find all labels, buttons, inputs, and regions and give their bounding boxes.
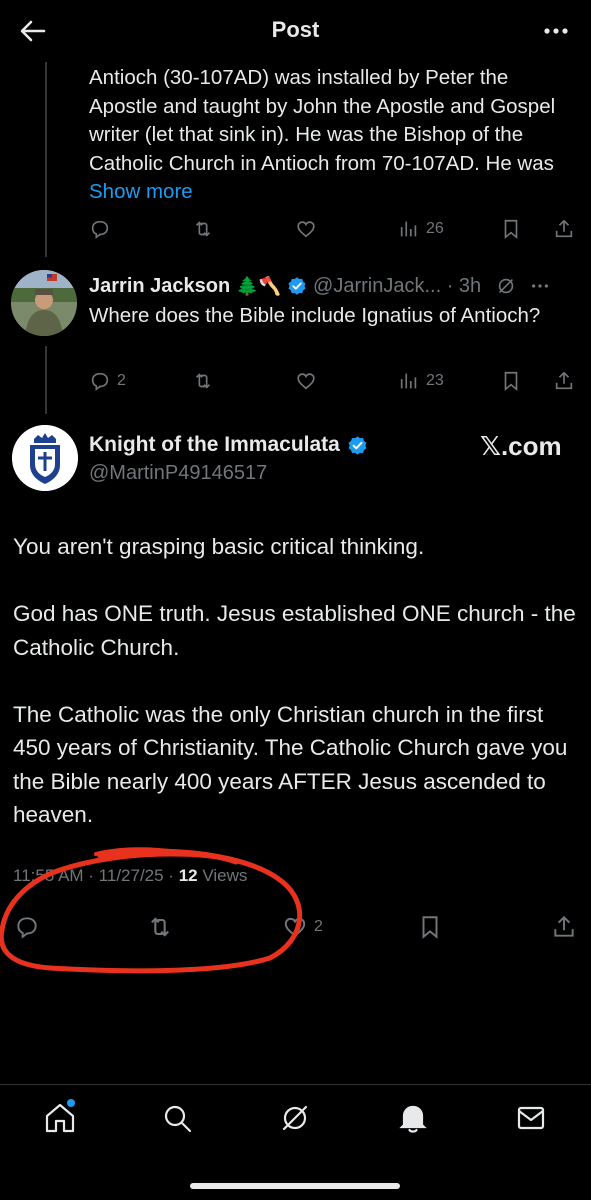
reply-icon: [91, 372, 109, 391]
search-icon: [164, 1105, 192, 1133]
repost-button[interactable]: [192, 214, 214, 244]
timestamp: 11:55 AM · 11/27/25 ·: [13, 866, 179, 885]
watermark: 𝕏.com: [480, 431, 562, 461]
like-icon: [297, 373, 315, 390]
avatar[interactable]: [11, 270, 77, 336]
nav-messages[interactable]: [514, 1101, 548, 1135]
share-button[interactable]: [553, 366, 575, 396]
nav-search[interactable]: [160, 1101, 194, 1135]
reply-icon: [91, 220, 109, 239]
name-emojis: 🌲🪓: [236, 275, 282, 296]
paragraph: God has ONE truth. Jesus established ONE…: [13, 601, 576, 660]
verified-icon: [348, 435, 367, 455]
views-button[interactable]: 26: [398, 214, 444, 244]
like-button[interactable]: [295, 214, 317, 244]
reply-icon: [17, 917, 37, 939]
share-icon: [555, 219, 573, 238]
more-icon[interactable]: [541, 16, 571, 46]
avatar[interactable]: [12, 425, 78, 491]
bookmark-button[interactable]: [500, 366, 522, 396]
views-count: 23: [426, 372, 444, 389]
tweet-actions: 26: [0, 214, 591, 244]
bookmark-icon: [422, 916, 438, 939]
author-name[interactable]: Jarrin Jackson: [89, 275, 230, 298]
repost-button[interactable]: [192, 366, 214, 396]
avatar-photo: [11, 270, 77, 336]
tweet-actions: 2 23: [0, 366, 591, 396]
top-bar: Post: [0, 0, 591, 62]
tweet-meta: 11:55 AM · 11/27/25 · 12 Views: [13, 866, 247, 886]
like-count: 2: [314, 918, 323, 935]
repost-icon: [195, 373, 211, 389]
tweet-body: Antioch (30-107AD) was installed by Pete…: [89, 66, 556, 175]
grok-icon[interactable]: [495, 275, 517, 297]
bookmark-button[interactable]: [500, 214, 522, 244]
bookmark-icon: [504, 219, 518, 240]
repost-icon: [151, 917, 169, 937]
more-icon[interactable]: [529, 275, 551, 297]
share-button[interactable]: [553, 214, 575, 244]
home-indicator[interactable]: [190, 1183, 400, 1189]
tweet-header: Jarrin Jackson 🌲🪓 @JarrinJack... · 3h: [89, 272, 584, 300]
reply-count: 2: [117, 372, 126, 389]
shield-logo-icon: [12, 425, 78, 491]
grok-icon: [282, 1105, 308, 1131]
author-handle: @MartinP49146517: [89, 462, 268, 484]
bookmark-button[interactable]: [417, 912, 443, 942]
tweet-text: Antioch (30-107AD) was installed by Pete…: [89, 64, 579, 207]
share-icon: [554, 915, 574, 937]
views-button[interactable]: 23: [398, 366, 444, 396]
notification-dot: [67, 1099, 75, 1107]
nav-grok[interactable]: [278, 1101, 312, 1135]
views-count: 12: [178, 866, 198, 885]
show-more-link[interactable]: Show more: [89, 180, 193, 203]
views-icon: [400, 373, 417, 389]
like-icon: [297, 221, 315, 238]
main-tweet-text: You aren't grasping basic critical think…: [13, 530, 583, 865]
views-label: Views: [197, 866, 248, 885]
author-name[interactable]: Knight of the Immaculata: [89, 433, 340, 457]
page-title: Post: [271, 17, 320, 42]
repost-button[interactable]: [146, 912, 174, 942]
author-handle: @JarrinJack... · 3h: [313, 274, 482, 297]
author-name-row: Knight of the Immaculata: [89, 433, 368, 457]
like-button[interactable]: 2: [282, 912, 323, 942]
nav-notifications[interactable]: [396, 1101, 430, 1135]
reply-button[interactable]: [89, 214, 111, 244]
main-tweet-actions: 2: [0, 912, 591, 942]
repost-icon: [195, 221, 211, 237]
paragraph: You aren't grasping basic critical think…: [13, 534, 425, 559]
bookmark-icon: [504, 371, 518, 392]
bell-icon: [399, 1105, 427, 1133]
mail-icon: [517, 1106, 545, 1130]
reply-button[interactable]: 2: [89, 366, 126, 396]
like-icon: [284, 917, 306, 937]
views-count: 26: [426, 220, 444, 237]
like-button[interactable]: [295, 366, 317, 396]
verified-icon: [288, 277, 306, 295]
tweet-text: Where does the Bible include Ignatius of…: [89, 304, 541, 327]
reply-button[interactable]: [14, 912, 40, 942]
views-icon: [400, 221, 417, 237]
share-icon: [555, 371, 573, 390]
paragraph: The Catholic was the only Christian chur…: [13, 701, 568, 828]
share-button[interactable]: [551, 912, 577, 942]
